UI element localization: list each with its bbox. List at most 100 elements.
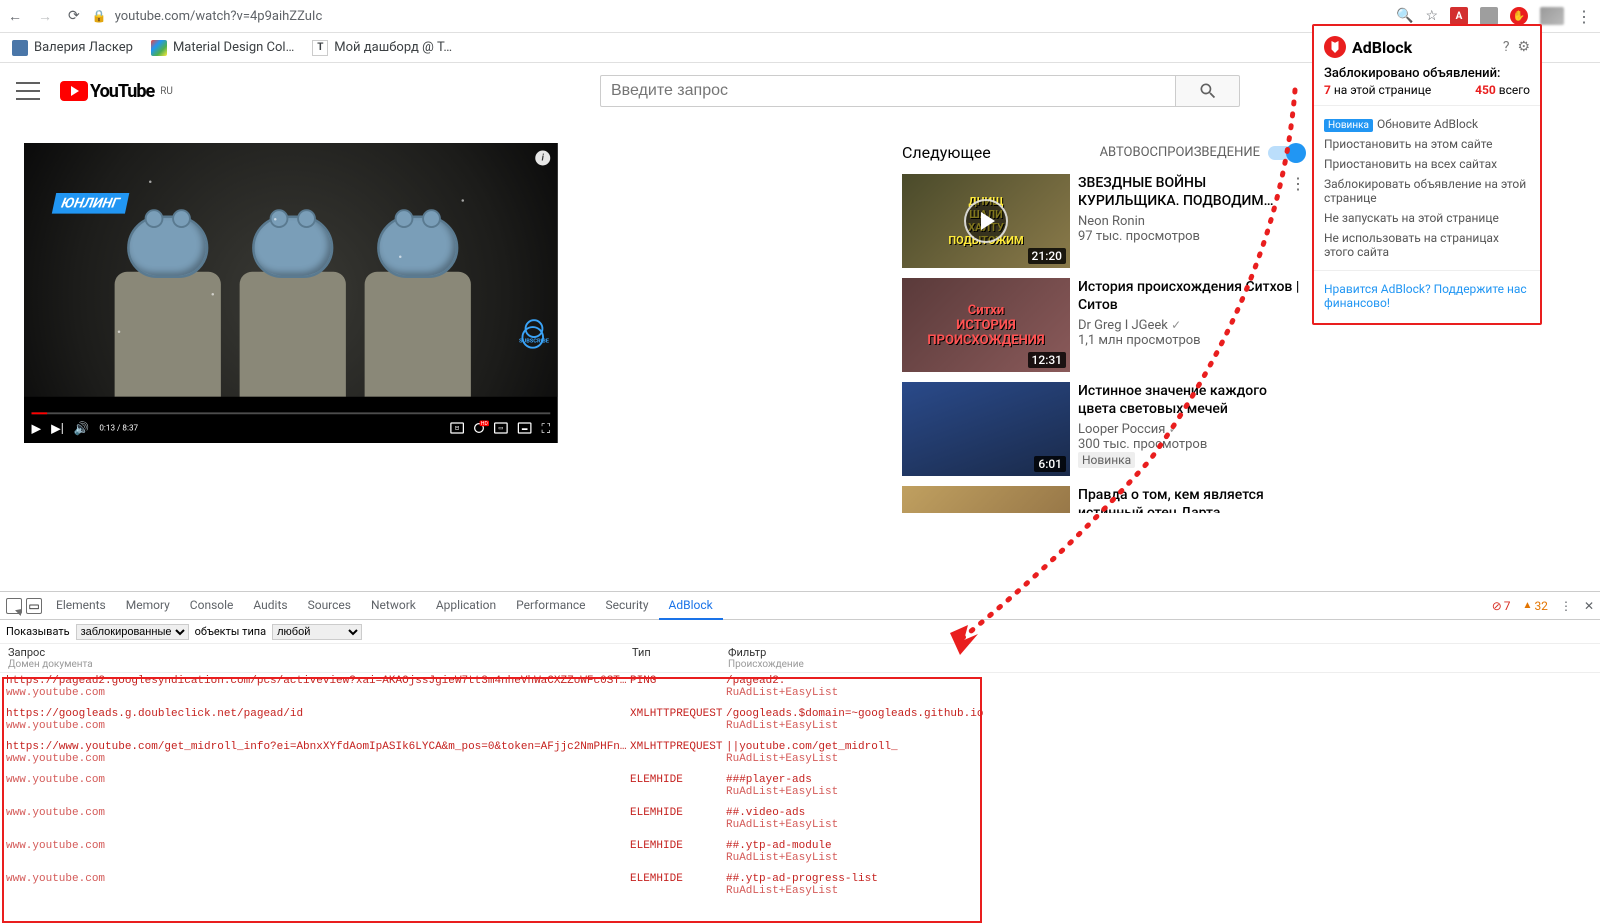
miniplayer-icon[interactable]: ▭ (494, 422, 508, 433)
adblock-update-link[interactable]: НовинкаОбновите AdBlock (1324, 114, 1530, 134)
settings-icon[interactable] (474, 423, 484, 433)
devtools-tab[interactable]: Sources (298, 592, 361, 620)
subtitles-icon[interactable]: ⊟ (450, 422, 464, 433)
video-thumbnail: СитхиИСТОРИЯПРОИСХОЖДЕНИЯ 12:31 (902, 278, 1070, 372)
adblock-pause-site[interactable]: Приостановить на этом сайте (1324, 134, 1530, 154)
bookmark-item[interactable]: Material Design Col… (151, 40, 294, 56)
blocked-request-row[interactable]: www.youtube.com ELEMHIDE ##.video-adsRuA… (0, 805, 1600, 838)
duration-badge: 12:31 (1028, 352, 1066, 368)
duration-badge: 6:01 (1034, 456, 1066, 472)
vk-icon (12, 40, 28, 56)
adblock-dont-run[interactable]: Не запускать на этой странице (1324, 208, 1530, 228)
star-icon[interactable]: ☆ (1425, 8, 1438, 24)
type-label: объекты типа (195, 625, 267, 638)
info-icon[interactable]: i (535, 151, 550, 166)
video-thumbnail: 11:13 (902, 486, 1070, 513)
error-count[interactable]: 7 (1492, 599, 1511, 613)
devtools-tab[interactable]: AdBlock (659, 592, 723, 620)
blocked-request-row[interactable]: https://googleads.g.doubleclick.net/page… (0, 706, 1600, 739)
autoplay-toggle[interactable] (1268, 146, 1304, 160)
search-input[interactable] (600, 75, 1176, 107)
bookmark-item[interactable]: Валерия Ласкер (12, 40, 133, 56)
rec-channel: Dr Greg I JGeek ✓ (1078, 318, 1304, 333)
blocked-request-row[interactable]: https://www.youtube.com/get_midroll_info… (0, 739, 1600, 772)
filter-select[interactable]: заблокированные (76, 624, 189, 640)
devtools-tabs: ▭ ElementsMemoryConsoleAuditsSourcesNetw… (0, 592, 1600, 620)
adblock-extension-icon[interactable]: ✋ (1510, 7, 1528, 25)
devtools-tab[interactable]: Console (180, 592, 244, 620)
verified-icon: ✓ (1169, 422, 1179, 436)
devtools-tab[interactable]: Elements (46, 592, 116, 620)
forward-icon[interactable]: → (38, 8, 52, 25)
devtools-tab[interactable]: Security (596, 592, 659, 620)
devtools-tab[interactable]: Performance (506, 592, 595, 620)
devtools-tab[interactable]: Network (361, 592, 426, 620)
browser-menu-icon[interactable]: ⋮ (1576, 7, 1592, 26)
adblock-pause-all[interactable]: Приостановить на всех сайтах (1324, 154, 1530, 174)
rec-title: Истинное значение каждого цвета световых… (1078, 382, 1304, 418)
search-button[interactable] (1176, 75, 1240, 107)
video-thumbnail: ДНИЩШАЛИХАЛТУПОДЫТОЖИМ 21:20 (902, 174, 1070, 268)
col-origin: Происхождение (728, 659, 1592, 670)
adblock-block-ad[interactable]: Заблокировать объявление на этой страниц… (1324, 174, 1530, 208)
material-icon (151, 40, 167, 56)
blocked-request-row[interactable]: www.youtube.com ELEMHIDE ##.ytp-ad-progr… (0, 871, 1600, 904)
fullscreen-icon[interactable]: ⛶ (542, 421, 551, 436)
play-overlay-icon (964, 199, 1008, 243)
rec-views: 1,1 млн просмотров (1078, 333, 1304, 348)
recommendation-item[interactable]: 6:01 Истинное значение каждого цвета све… (902, 382, 1304, 476)
rec-menu-icon[interactable]: ⋮ (1290, 174, 1306, 193)
devtools-tab[interactable]: Application (426, 592, 506, 620)
blocked-request-row[interactable]: www.youtube.com ELEMHIDE ###player-adsRu… (0, 772, 1600, 805)
devtools-close-icon[interactable]: ✕ (1584, 599, 1594, 613)
recommendation-item[interactable]: 11:13 Правда о том, кем является истинны… (902, 486, 1304, 513)
type-select[interactable]: любой (272, 624, 362, 640)
adblock-dont-use[interactable]: Не использовать на страницах этого сайта (1324, 228, 1530, 262)
hamburger-icon[interactable] (16, 82, 40, 100)
duration-badge: 21:20 (1028, 248, 1066, 264)
video-overlay-tag: ЮНЛИНГ (52, 193, 129, 214)
back-icon[interactable]: ← (8, 8, 22, 25)
rec-channel: Looper Россия ✓ (1078, 422, 1304, 437)
lock-icon: 🔒 (92, 9, 107, 23)
adblock-support-link[interactable]: Нравится AdBlock? Поддержите нас финансо… (1324, 279, 1530, 313)
rec-channel: Neon Ronin (1078, 214, 1304, 229)
settings-icon[interactable]: ⚙ (1517, 39, 1530, 55)
help-icon[interactable]: ? (1503, 39, 1510, 55)
profile-avatar[interactable] (1540, 7, 1564, 25)
volume-icon[interactable]: 🔊 (74, 421, 90, 436)
recommendation-item[interactable]: ДНИЩШАЛИХАЛТУПОДЫТОЖИМ 21:20 ЗВЕЗДНЫЕ ВО… (902, 174, 1304, 268)
devtools-tab[interactable]: Audits (243, 592, 297, 620)
extension-icon[interactable]: A (1450, 7, 1468, 25)
recommendation-item[interactable]: СитхиИСТОРИЯПРОИСХОЖДЕНИЯ 12:31 История … (902, 278, 1304, 372)
devtools-menu-icon[interactable]: ⋮ (1560, 599, 1572, 613)
warning-count[interactable]: 32 (1523, 599, 1548, 613)
blocked-label: Заблокировано объявлений: (1324, 66, 1530, 81)
col-domain: Домен документа (8, 659, 632, 670)
col-filter: Фильтр (728, 646, 1592, 659)
search-icon (1198, 81, 1218, 101)
url-text: youtube.com/watch?v=4p9aihZZuIc (115, 9, 323, 24)
subscribe-badge[interactable]: SUBSCRIBE (519, 319, 549, 349)
reload-icon[interactable]: ⟳ (68, 8, 80, 25)
address-bar[interactable]: 🔒 youtube.com/watch?v=4p9aihZZuIc (92, 9, 1384, 24)
play-icon[interactable]: ▶ (32, 421, 42, 436)
blocked-request-row[interactable]: www.youtube.com ELEMHIDE ##.ytp-ad-modul… (0, 838, 1600, 871)
adblock-popup: AdBlock ? ⚙ Заблокировано объявлений: 7 … (1312, 24, 1542, 325)
inspect-icon[interactable] (6, 598, 22, 614)
col-request: Запрос (8, 646, 632, 659)
devtools-tab[interactable]: Memory (116, 592, 180, 620)
search-box (600, 75, 1240, 107)
adblock-title: AdBlock (1352, 38, 1412, 57)
rec-title: ЗВЕЗДНЫЕ ВОЙНЫ КУРИЛЬЩИКА. ПОДВОДИМ… (1078, 174, 1304, 210)
bookmark-item[interactable]: Мой дашборд @ T… (312, 40, 452, 56)
verified-icon: ✓ (1171, 318, 1181, 332)
extension-icon[interactable] (1480, 7, 1498, 25)
next-icon[interactable]: ▶| (51, 421, 64, 436)
zoom-icon[interactable]: 🔍 (1396, 8, 1413, 24)
theater-icon[interactable]: ▬ (518, 422, 532, 433)
youtube-logo[interactable]: YouTube RU (60, 81, 173, 102)
device-icon[interactable]: ▭ (26, 598, 42, 614)
video-player[interactable]: ЮНЛИНГ i SUBSCRIBE ▶ ▶| 🔊 0:13 / 8:37 ⊟ … (24, 143, 558, 443)
blocked-request-row[interactable]: https://pagead2.googlesyndication.com/pc… (0, 673, 1600, 706)
